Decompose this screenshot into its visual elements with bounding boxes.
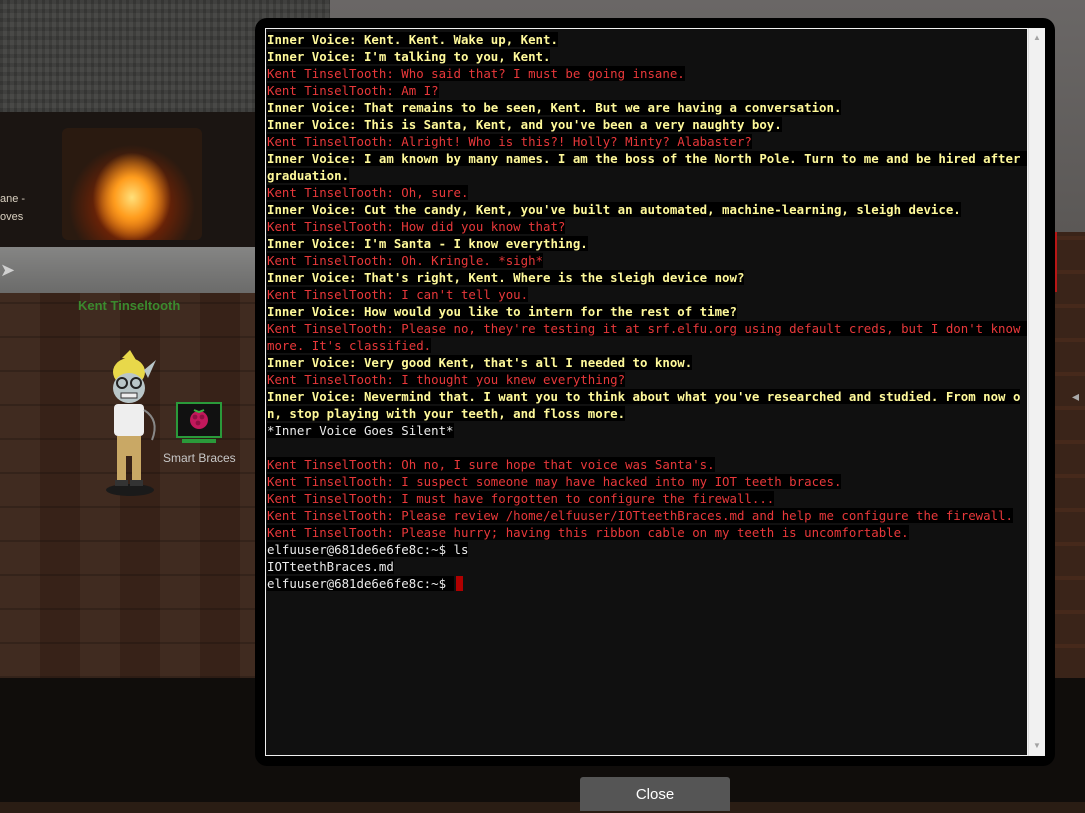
terminal-line-text: *Inner Voice Goes Silent*	[267, 423, 454, 438]
terminal-line: Kent TinselTooth: Am I?	[267, 82, 1027, 99]
terminal-line: Kent TinselTooth: Who said that? I must …	[267, 65, 1027, 82]
terminal-line-text: Kent TinselTooth: Oh no, I sure hope tha…	[267, 457, 715, 472]
terminal-line-text: Inner Voice: Cut the candy, Kent, you've…	[267, 202, 961, 217]
terminal-line-text: Kent TinselTooth: Please hurry; having t…	[267, 525, 909, 540]
terminal-output: Inner Voice: Kent. Kent. Wake up, Kent. I…	[267, 31, 1027, 592]
terminal-modal: Inner Voice: Kent. Kent. Wake up, Kent. I…	[255, 18, 1055, 766]
terminal-line-text: IOTteethBraces.md	[267, 559, 394, 574]
npc-name-label: Kent Tinseltooth	[78, 298, 181, 313]
elf-character-icon[interactable]	[100, 350, 170, 500]
terminal-line: Inner Voice: I'm Santa - I know everythi…	[267, 235, 1027, 252]
terminal-line: Kent TinselTooth: I thought you knew eve…	[267, 371, 1027, 388]
terminal-line-text: Kent TinselTooth: Please review /home/el…	[267, 508, 1013, 523]
terminal-line: Kent TinselTooth: Please review /home/el…	[267, 507, 1027, 524]
terminal-line: Kent TinselTooth: I must have forgotten …	[267, 490, 1027, 507]
arrow-icon: ➤	[0, 260, 16, 280]
terminal-line: elfuuser@681de6e6fe8c:~$	[267, 575, 1027, 592]
terminal-line: Inner Voice: Kent. Kent. Wake up, Kent.	[267, 31, 1027, 48]
fire-image	[62, 128, 202, 240]
terminal-line-text: elfuuser@681de6e6fe8c:~$	[267, 576, 454, 591]
terminal-line-text: Inner Voice: I'm talking to you, Kent.	[267, 49, 551, 64]
terminal-line-text: Inner Voice: I am known by many names. I…	[267, 151, 1027, 183]
terminal-line: Inner Voice: I'm talking to you, Kent.	[267, 48, 1027, 65]
terminal-line-text: Kent TinselTooth: Please no, they're tes…	[267, 321, 1027, 353]
terminal-line-text: Inner Voice: That's right, Kent. Where i…	[267, 270, 745, 285]
terminal-line: Inner Voice: Very good Kent, that's all …	[267, 354, 1027, 371]
terminal-line: Inner Voice: How would you like to inter…	[267, 303, 1027, 320]
terminal-line: Kent TinselTooth: How did you know that?	[267, 218, 1027, 235]
terminal-line: *Inner Voice Goes Silent*	[267, 422, 1027, 439]
scroll-up-icon[interactable]: ▲	[1033, 34, 1041, 42]
terminal-frame: Inner Voice: Kent. Kent. Wake up, Kent. I…	[265, 28, 1045, 756]
terminal-name-label: Smart Braces	[163, 451, 236, 465]
terminal-line: Kent TinselTooth: Oh, sure.	[267, 184, 1027, 201]
terminal-line: Inner Voice: Cut the candy, Kent, you've…	[267, 201, 1027, 218]
terminal-scrollbar[interactable]: ▲ ▼	[1028, 28, 1045, 756]
terminal-line-text: Kent TinselTooth: I must have forgotten …	[267, 491, 775, 506]
raspberry-terminal-icon[interactable]	[176, 402, 222, 444]
terminal-line: Inner Voice: That's right, Kent. Where i…	[267, 269, 1027, 286]
terminal-line-text: Kent TinselTooth: Alright! Who is this?!…	[267, 134, 752, 149]
close-button[interactable]: Close	[580, 777, 730, 811]
scroll-down-icon[interactable]: ▼	[1033, 742, 1041, 750]
terminal-line: elfuuser@681de6e6fe8c:~$ ls	[267, 541, 1027, 558]
terminal-line-text: Inner Voice: Very good Kent, that's all …	[267, 355, 693, 370]
terminal-line: Inner Voice: Nevermind that. I want you …	[267, 388, 1027, 422]
terminal-line-text: Kent TinselTooth: I thought you knew eve…	[267, 372, 626, 387]
terminal-line-text: Kent TinselTooth: How did you know that?	[267, 219, 566, 234]
terminal-line-text: Inner Voice: Kent. Kent. Wake up, Kent.	[267, 32, 558, 47]
terminal-line: Kent TinselTooth: Alright! Who is this?!…	[267, 133, 1027, 150]
terminal-line: Kent TinselTooth: Please hurry; having t…	[267, 524, 1027, 541]
terminal-line: Kent TinselTooth: Oh no, I sure hope tha…	[267, 456, 1027, 473]
sign-text-line-2: oves	[0, 211, 24, 223]
terminal-line-text: elfuuser@681de6e6fe8c:~$ ls	[267, 542, 469, 557]
terminal-line-text: Kent TinselTooth: I suspect someone may …	[267, 474, 842, 489]
terminal-line-text: Inner Voice: I'm Santa - I know everythi…	[267, 236, 588, 251]
right-arrow-icon: ◂	[1072, 388, 1080, 404]
terminal-line: Kent TinselTooth: I suspect someone may …	[267, 473, 1027, 490]
terminal-line: IOTteethBraces.md	[267, 558, 1027, 575]
terminal-line-text: Kent TinselTooth: Am I?	[267, 83, 439, 98]
sign-text: ane - oves	[0, 190, 25, 226]
terminal-line: Kent TinselTooth: Oh. Kringle. *sigh*	[267, 252, 1027, 269]
terminal-line-text: Kent TinselTooth: Who said that? I must …	[267, 66, 685, 81]
terminal-line: Inner Voice: That remains to be seen, Ke…	[267, 99, 1027, 116]
terminal-screen[interactable]: Inner Voice: Kent. Kent. Wake up, Kent. I…	[266, 29, 1027, 755]
terminal-line-text: Inner Voice: Nevermind that. I want you …	[267, 389, 1021, 421]
terminal-line: Inner Voice: I am known by many names. I…	[267, 150, 1027, 184]
terminal-line: Inner Voice: This is Santa, Kent, and yo…	[267, 116, 1027, 133]
terminal-line: Kent TinselTooth: Please no, they're tes…	[267, 320, 1027, 354]
sign-text-line-1: ane -	[0, 193, 26, 205]
terminal-line-text: Inner Voice: How would you like to inter…	[267, 304, 737, 319]
terminal-line: Kent TinselTooth: I can't tell you.	[267, 286, 1027, 303]
terminal-line-text: Kent TinselTooth: Oh. Kringle. *sigh*	[267, 253, 544, 268]
terminal-cursor	[455, 576, 463, 591]
terminal-line-text: Inner Voice: This is Santa, Kent, and yo…	[267, 117, 782, 132]
terminal-line-text: Kent TinselTooth: Oh, sure.	[267, 185, 469, 200]
terminal-line-text: Kent TinselTooth: I can't tell you.	[267, 287, 529, 302]
terminal-line-text: Inner Voice: That remains to be seen, Ke…	[267, 100, 842, 115]
